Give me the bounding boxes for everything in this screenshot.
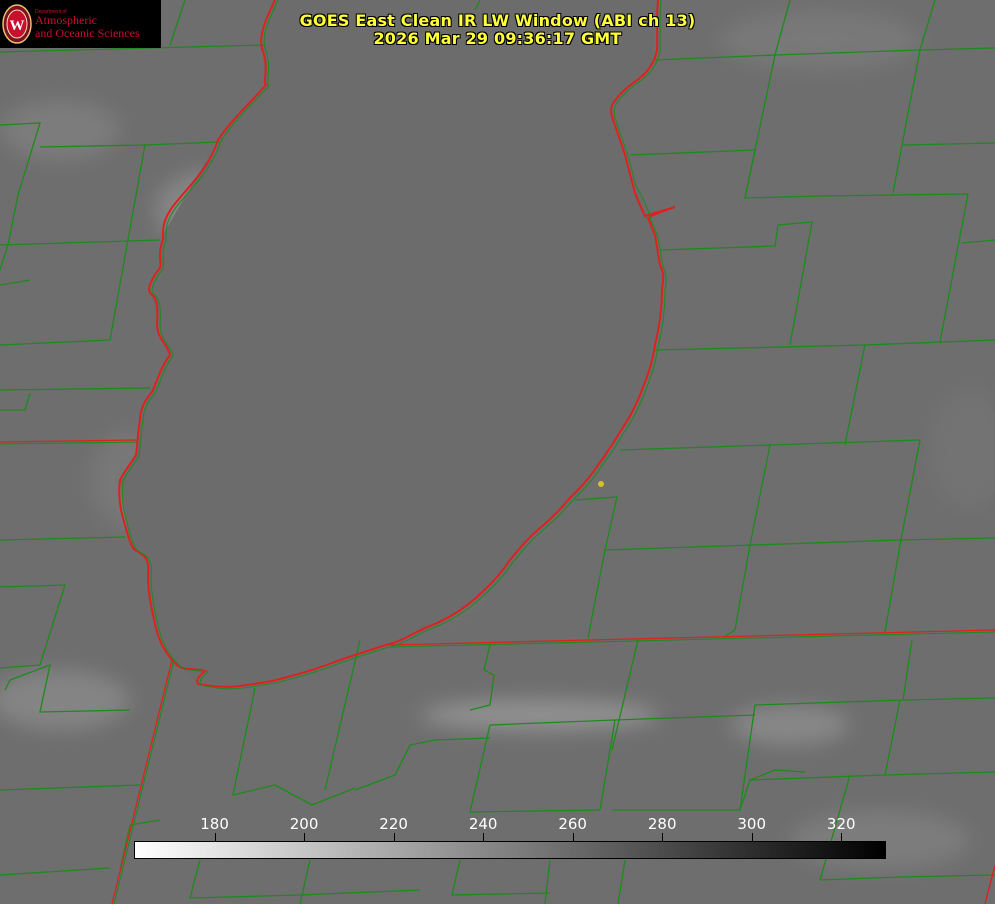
colorbar-tick-label: 200 <box>289 815 319 833</box>
temperature-colorbar <box>134 841 886 859</box>
colorbar-tick-label: 220 <box>379 815 408 833</box>
colorbar-tick <box>483 833 485 841</box>
colorbar-tick <box>662 833 664 841</box>
station-marker <box>598 481 604 487</box>
colorbar-tick <box>214 833 216 841</box>
image-title: GOES East Clean IR LW Window (ABI ch 13) <box>299 11 696 30</box>
colorbar-tick-label: 260 <box>558 815 587 833</box>
colorbar-tick-label: 280 <box>647 815 677 833</box>
image-timestamp: 2026 Mar 29 09:36:17 GMT <box>373 29 622 48</box>
colorbar-tick-label: 300 <box>737 815 767 833</box>
satellite-map <box>0 0 995 904</box>
colorbar-tick-label: 180 <box>200 815 229 833</box>
colorbar-tick <box>751 833 753 841</box>
colorbar-tick <box>393 833 395 841</box>
colorbar-tick <box>841 833 843 841</box>
colorbar-tick-label: 320 <box>826 815 856 833</box>
colorbar-tick <box>572 833 574 841</box>
colorbar-tick <box>304 833 306 841</box>
colorbar-tick-label: 240 <box>468 815 498 833</box>
